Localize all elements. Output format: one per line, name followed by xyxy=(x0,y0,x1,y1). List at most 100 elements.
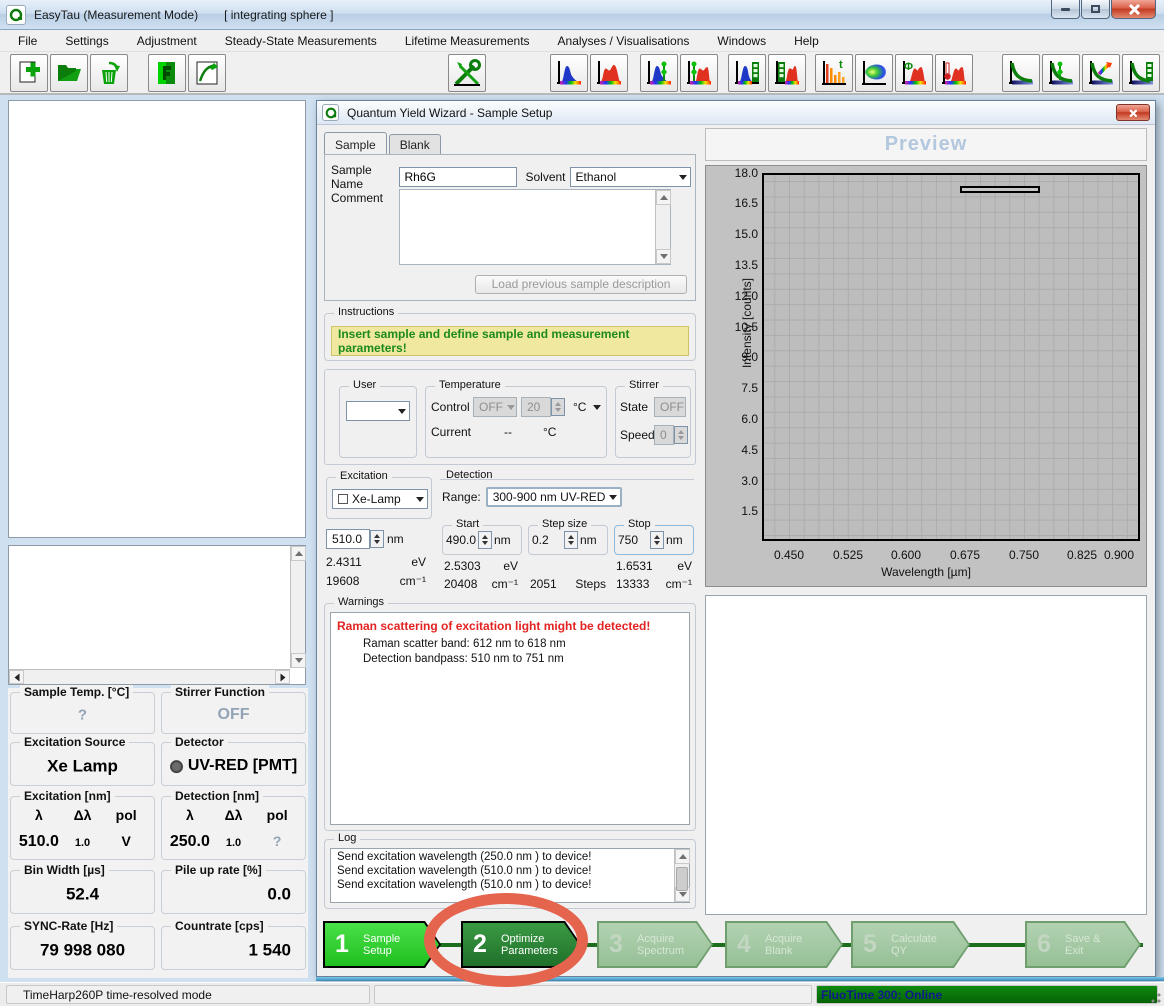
close-button[interactable] xyxy=(1111,0,1156,19)
spectrum-blue-button[interactable] xyxy=(550,54,588,92)
detection-delta-value: 1.0 xyxy=(212,837,256,849)
step-label: Sample xyxy=(363,933,400,945)
solvent-select[interactable]: Ethanol xyxy=(570,167,692,187)
solvent-label: Solvent xyxy=(525,170,565,184)
app-logo-icon xyxy=(6,5,26,25)
delete-button[interactable] xyxy=(90,54,128,92)
scroll-up-icon[interactable] xyxy=(291,546,306,561)
excitation-delta-value: 1.0 xyxy=(61,837,105,849)
start-spinner[interactable] xyxy=(478,531,492,549)
step-spinner[interactable] xyxy=(564,531,578,549)
open-file-button[interactable] xyxy=(50,54,88,92)
spectrum-blue-series-button[interactable] xyxy=(728,54,766,92)
menu-steady-state[interactable]: Steady-State Measurements xyxy=(215,32,387,50)
spectrum-red-series-button[interactable] xyxy=(768,54,806,92)
tab-sample[interactable]: Sample xyxy=(324,132,387,156)
scroll-thumb[interactable] xyxy=(676,867,688,891)
range-value: 300-900 nm UV-RED xyxy=(493,490,605,504)
dialog-close-button[interactable] xyxy=(1116,104,1150,121)
connection-status-text: FluoTime 300: Online xyxy=(821,988,942,1002)
batch-mode-button[interactable] xyxy=(148,54,186,92)
y-tick: 1.5 xyxy=(712,504,758,518)
temperature-spectrum-button[interactable] xyxy=(935,54,973,92)
detection-stop-group: Stop 750nm xyxy=(614,525,694,555)
scroll-up-icon[interactable] xyxy=(656,190,671,205)
instructions-title: Instructions xyxy=(334,306,398,318)
temp-setpoint-spinner[interactable] xyxy=(551,398,565,416)
environment-group: User Temperature Control OFF 20 °C Curre… xyxy=(324,369,696,465)
scroll-down-icon[interactable] xyxy=(291,653,306,668)
maximize-button[interactable] xyxy=(1081,0,1110,19)
scroll-left-icon[interactable] xyxy=(9,670,24,684)
temp-unit-select[interactable]: °C xyxy=(568,397,604,417)
hardware-settings-button[interactable] xyxy=(448,54,486,92)
stirrer-state-select[interactable]: OFF xyxy=(654,397,686,417)
user-select[interactable] xyxy=(346,401,410,421)
comment-scrollbar[interactable] xyxy=(655,190,670,264)
step-1-sample-setup[interactable]: 1 SampleSetup xyxy=(323,921,441,968)
ev-unit: eV xyxy=(677,559,692,573)
resize-grip[interactable] xyxy=(1148,990,1162,1004)
xe-lamp-checkbox[interactable] xyxy=(338,494,348,504)
stirrer-speed-spinner[interactable] xyxy=(674,426,688,444)
scroll-right-icon[interactable] xyxy=(275,670,290,684)
menu-help[interactable]: Help xyxy=(784,32,829,50)
detector-box: Detector UV-RED [PMT] xyxy=(161,742,306,786)
range-select[interactable]: 300-900 nm UV-RED xyxy=(486,487,622,507)
minimize-button[interactable] xyxy=(1051,0,1080,19)
comment-textarea[interactable] xyxy=(399,189,671,265)
menu-lifetime[interactable]: Lifetime Measurements xyxy=(395,32,540,50)
spectrum-red-cursor-button[interactable] xyxy=(680,54,718,92)
scroll-up-icon[interactable] xyxy=(675,849,690,864)
detail-hscrollbar[interactable] xyxy=(9,669,290,684)
step-number: 6 xyxy=(1037,930,1061,959)
log-scrollbar[interactable] xyxy=(674,849,689,902)
step-6-save-exit[interactable]: 6 Save &Exit xyxy=(1025,921,1141,968)
step-5-calculate-qy[interactable]: 5 CalculateQY xyxy=(851,921,970,968)
temp-control-select[interactable]: OFF xyxy=(473,397,517,417)
temp-setpoint-field[interactable]: 20 xyxy=(521,397,551,417)
time-histogram-button[interactable]: t xyxy=(815,54,853,92)
sync-rate-box: SYNC-Rate [Hz] 79 998 080 xyxy=(10,926,155,970)
pile-up-box: Pile up rate [%] 0.0 xyxy=(161,870,306,914)
contour-plot-button[interactable] xyxy=(855,54,893,92)
load-previous-sample-button[interactable]: Load previous sample description xyxy=(475,275,687,294)
decay-series-button[interactable] xyxy=(1122,54,1160,92)
x-tick: 0.450 xyxy=(766,548,812,562)
new-measurement-button[interactable] xyxy=(10,54,48,92)
decay-cursor-button[interactable] xyxy=(1042,54,1080,92)
decay-curve-button[interactable] xyxy=(1002,54,1040,92)
detection-step-group: Step size 0.2nm xyxy=(528,525,608,555)
step-3-acquire-spectrum[interactable]: 3 AcquireSpectrum xyxy=(597,921,713,968)
spectrum-blue-cursor-button[interactable] xyxy=(640,54,678,92)
spectrum-red-button[interactable] xyxy=(590,54,628,92)
stop-spinner[interactable] xyxy=(650,531,664,549)
adjust-curve-button[interactable] xyxy=(188,54,226,92)
excitation-lambda-value: 510.0 xyxy=(17,833,61,851)
step-4-acquire-blank[interactable]: 4 AcquireBlank xyxy=(725,921,843,968)
menu-analyses[interactable]: Analyses / Visualisations xyxy=(548,32,700,50)
menu-windows[interactable]: Windows xyxy=(707,32,776,50)
warning-headline: Raman scattering of excitation light mig… xyxy=(331,613,689,635)
excitation-source-select[interactable]: Xe-Lamp xyxy=(332,489,428,509)
spectrum-blue-cursor-icon xyxy=(645,59,673,87)
excitation-nm-box: Excitation [nm] λ Δλ pol 510.0 1.0 V xyxy=(10,796,155,860)
menu-adjustment[interactable]: Adjustment xyxy=(127,32,207,50)
quantum-yield-spectrum-button[interactable]: Φ xyxy=(895,54,933,92)
spectrum-blue-icon xyxy=(555,59,583,87)
device-mode-cell: TimeHarp260P time-resolved mode xyxy=(6,985,370,1004)
pile-up-value: 0.0 xyxy=(162,884,305,904)
menu-settings[interactable]: Settings xyxy=(55,32,118,50)
detail-vscrollbar[interactable] xyxy=(290,546,305,668)
delete-icon xyxy=(95,59,123,87)
temp-setpoint-value: 20 xyxy=(527,400,540,414)
sample-name-input[interactable] xyxy=(399,167,517,187)
decay-rainbow-button[interactable] xyxy=(1082,54,1120,92)
menu-file[interactable]: File xyxy=(8,32,47,50)
excitation-wavelength-field[interactable]: 510.0 xyxy=(326,529,370,549)
scroll-down-icon[interactable] xyxy=(656,249,671,264)
stirrer-speed-field[interactable]: 0 xyxy=(654,425,674,445)
excitation-wavelength-spinner[interactable] xyxy=(370,530,384,548)
svg-text:Φ: Φ xyxy=(904,61,913,73)
spectrum-red-series-icon xyxy=(773,59,801,87)
